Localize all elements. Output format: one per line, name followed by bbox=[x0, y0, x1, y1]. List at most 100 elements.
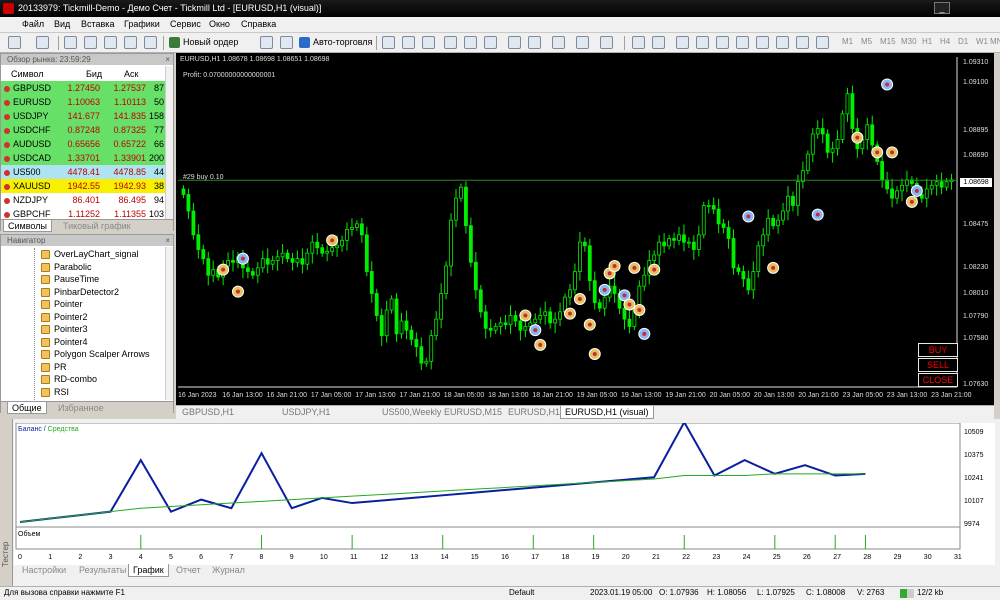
timeframe-mn[interactable]: MN bbox=[990, 37, 1000, 46]
time-tick-label: 20 Jan 21:00 bbox=[798, 392, 839, 399]
chart-tab[interactable]: EURUSD,H1 (visual) bbox=[560, 406, 654, 419]
tester-icon[interactable] bbox=[144, 36, 157, 49]
tester-tab[interactable]: Результаты bbox=[75, 564, 130, 577]
chart-shift-icon[interactable] bbox=[528, 36, 541, 49]
tab-common[interactable]: Общие bbox=[7, 402, 47, 414]
navigator-icon[interactable] bbox=[104, 36, 117, 49]
timeframe-h1[interactable]: H1 bbox=[922, 37, 932, 46]
status-high: H: 1.08056 bbox=[707, 588, 747, 597]
fibo-icon[interactable] bbox=[756, 36, 769, 49]
tab-tick-chart[interactable]: Тиковый график bbox=[59, 220, 135, 232]
menu-help[interactable]: Справка bbox=[241, 19, 276, 29]
metaeditor-icon[interactable] bbox=[260, 36, 273, 49]
horizontal-line-icon[interactable] bbox=[696, 36, 709, 49]
zoom-in-icon[interactable] bbox=[444, 36, 457, 49]
market-watch-scrollbar[interactable] bbox=[165, 66, 173, 221]
tester-tab[interactable]: График bbox=[128, 564, 169, 577]
column-bid[interactable]: Бид bbox=[86, 69, 102, 79]
vertical-line-icon[interactable] bbox=[676, 36, 689, 49]
navigator-item[interactable]: Polygon Scalper Arrows bbox=[1, 348, 163, 361]
navigator-scrollbar[interactable] bbox=[165, 247, 173, 400]
timeframe-h4[interactable]: H4 bbox=[940, 37, 950, 46]
market-watch-row[interactable]: EURUSD 1.10063 1.10113 50 bbox=[1, 95, 165, 109]
navigator-item[interactable]: RD-combo bbox=[1, 373, 163, 386]
indicators-icon[interactable] bbox=[552, 36, 565, 49]
navigator-item[interactable]: OverLayChart_signal bbox=[1, 248, 163, 261]
profiles-icon[interactable] bbox=[36, 36, 49, 49]
balance-chart[interactable]: Баланс / СредстваОбъем105091037510241101… bbox=[14, 423, 995, 565]
close-icon[interactable]: × bbox=[165, 235, 170, 246]
auto-scroll-icon[interactable] bbox=[508, 36, 521, 49]
channel-icon[interactable] bbox=[736, 36, 749, 49]
market-watch-row[interactable]: XAUUSD 1942.55 1942.93 38 bbox=[1, 179, 165, 193]
close-button[interactable]: CLOSE bbox=[918, 373, 958, 387]
sell-button[interactable]: SELL bbox=[918, 358, 958, 372]
timeframe-d1[interactable]: D1 bbox=[958, 37, 968, 46]
globe-icon[interactable] bbox=[280, 36, 293, 49]
column-ask[interactable]: Аск bbox=[124, 69, 138, 79]
navigator-item[interactable]: PR bbox=[1, 361, 163, 374]
column-symbol[interactable]: Символ bbox=[11, 69, 43, 79]
arrows-icon[interactable] bbox=[816, 36, 829, 49]
tab-symbols[interactable]: Символы bbox=[3, 220, 52, 232]
chart-tab[interactable]: EURUSD,M15 bbox=[440, 406, 506, 419]
crosshair-icon[interactable] bbox=[652, 36, 665, 49]
navigator-item[interactable]: Pointer bbox=[1, 298, 163, 311]
navigator-item[interactable]: Pointer2 bbox=[1, 311, 163, 324]
timeframe-m15[interactable]: M15 bbox=[880, 37, 896, 46]
trendline-icon[interactable] bbox=[716, 36, 729, 49]
menu-insert[interactable]: Вставка bbox=[81, 19, 114, 29]
terminal-icon[interactable] bbox=[124, 36, 137, 49]
chart-tab[interactable]: US500,Weekly bbox=[378, 406, 445, 419]
timeframe-m1[interactable]: M1 bbox=[842, 37, 853, 46]
cursor-icon[interactable] bbox=[632, 36, 645, 49]
bar-chart-icon[interactable] bbox=[382, 36, 395, 49]
line-chart-icon[interactable] bbox=[422, 36, 435, 49]
menu-window[interactable]: Окно bbox=[209, 19, 230, 29]
data-window-icon[interactable] bbox=[84, 36, 97, 49]
new-chart-icon[interactable] bbox=[8, 36, 21, 49]
menu-tools[interactable]: Сервис bbox=[170, 19, 201, 29]
zoom-out-icon[interactable] bbox=[464, 36, 477, 49]
navigator-item[interactable]: Pointer4 bbox=[1, 336, 163, 349]
navigator-item[interactable]: RSI bbox=[1, 386, 163, 399]
market-watch-row[interactable]: GBPUSD 1.27450 1.27537 87 bbox=[1, 81, 165, 95]
market-watch-icon[interactable] bbox=[64, 36, 77, 49]
chart-tab[interactable]: GBPUSD,H1 bbox=[178, 406, 238, 419]
tester-tab[interactable]: Отчет bbox=[172, 564, 205, 577]
market-watch-row[interactable]: USDJPY 141.677 141.835 158 bbox=[1, 109, 165, 123]
menu-file[interactable]: Файл bbox=[22, 19, 44, 29]
new-order-button[interactable]: Новый ордер bbox=[167, 35, 241, 50]
navigator-item[interactable]: Pointer3 bbox=[1, 323, 163, 336]
market-watch-row[interactable]: US500 4478.41 4478.85 44 bbox=[1, 165, 165, 179]
timeframe-m30[interactable]: M30 bbox=[901, 37, 917, 46]
navigator-item[interactable]: PinbarDetector2 bbox=[1, 286, 163, 299]
close-icon[interactable]: × bbox=[165, 54, 170, 65]
tester-tab[interactable]: Журнал bbox=[208, 564, 249, 577]
navigator-item[interactable]: Parabolic bbox=[1, 261, 163, 274]
tester-tab[interactable]: Настройки bbox=[18, 564, 70, 577]
buy-button[interactable]: BUY bbox=[918, 343, 958, 357]
navigator-item[interactable]: PauseTime bbox=[1, 273, 163, 286]
market-watch-row[interactable]: AUDUSD 0.65656 0.65722 66 bbox=[1, 137, 165, 151]
periods-icon[interactable] bbox=[576, 36, 589, 49]
market-watch-row[interactable]: USDCHF 0.87248 0.87325 77 bbox=[1, 123, 165, 137]
text-icon[interactable] bbox=[776, 36, 789, 49]
minimize-button[interactable]: _ bbox=[934, 2, 950, 14]
candles-icon[interactable] bbox=[402, 36, 415, 49]
label-icon[interactable] bbox=[796, 36, 809, 49]
templates-icon[interactable] bbox=[600, 36, 613, 49]
market-watch-row[interactable]: USDCAD 1.33701 1.33901 200 bbox=[1, 151, 165, 165]
tab-favorites[interactable]: Избранное bbox=[54, 402, 108, 414]
menu-view[interactable]: Вид bbox=[54, 19, 70, 29]
candlestick-chart[interactable] bbox=[176, 53, 994, 405]
chart-tab[interactable]: USDJPY,H1 bbox=[278, 406, 334, 419]
menu-charts[interactable]: Графики bbox=[124, 19, 160, 29]
autotrade-button[interactable]: Авто-торговля bbox=[297, 35, 375, 50]
timeframe-m5[interactable]: M5 bbox=[861, 37, 872, 46]
timeframe-w1[interactable]: W1 bbox=[976, 37, 988, 46]
tile-windows-icon[interactable] bbox=[484, 36, 497, 49]
market-watch-row[interactable]: NZDJPY 86.401 86.495 94 bbox=[1, 193, 165, 207]
price-chart[interactable]: EURUSD,H1 1.08678 1.08698 1.08651 1.0869… bbox=[176, 53, 994, 405]
chart-tab[interactable]: EURUSD,H1 bbox=[504, 406, 564, 419]
